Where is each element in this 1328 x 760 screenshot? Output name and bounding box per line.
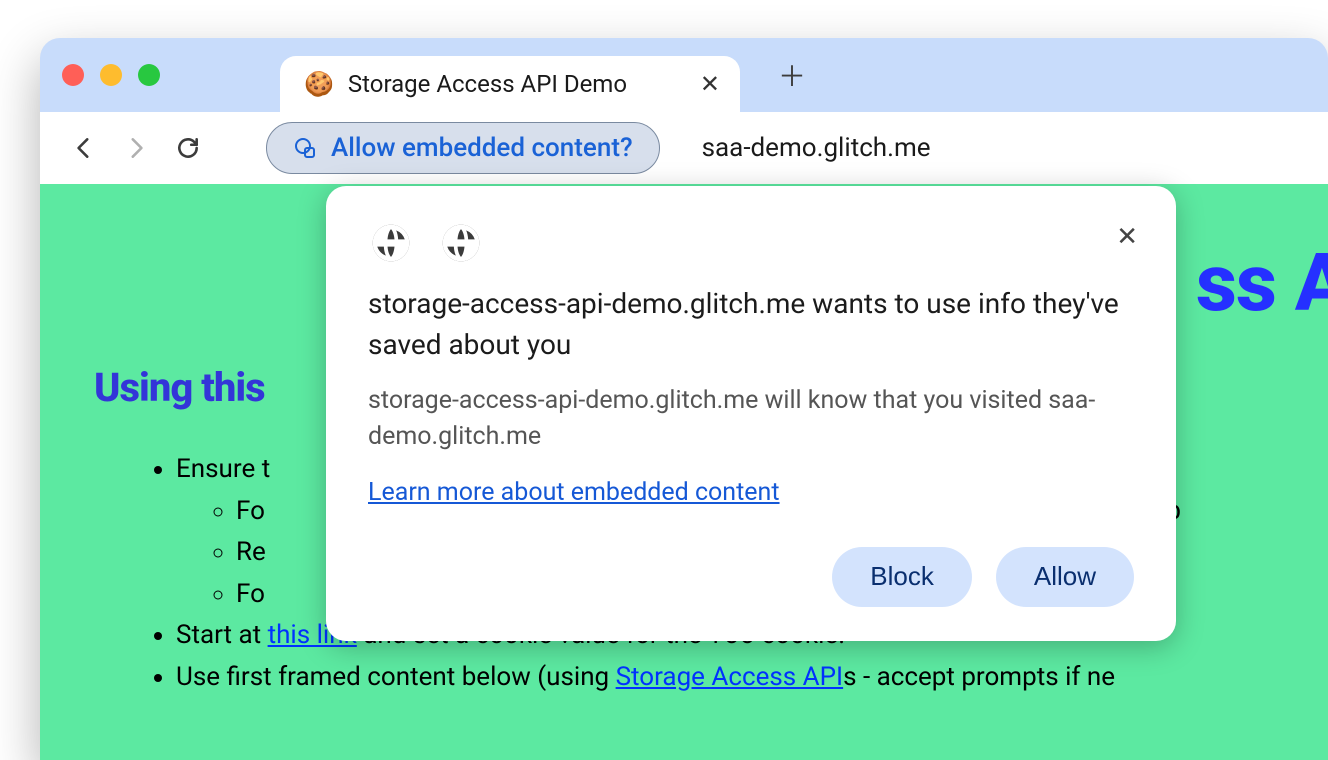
embed-permission-icon (293, 136, 317, 160)
tab-favicon: 🍪 (304, 70, 334, 98)
popup-icon-row (368, 220, 1134, 266)
permission-chip[interactable]: Allow embedded content? (266, 122, 660, 174)
popup-close-icon[interactable]: ✕ (1116, 222, 1138, 252)
traffic-lights (62, 64, 160, 86)
reload-icon[interactable] (174, 134, 202, 162)
tab-title: Storage Access API Demo (348, 70, 686, 98)
window-minimize-icon[interactable] (100, 64, 122, 86)
popup-title: storage-access-api-demo.glitch.me wants … (368, 284, 1134, 365)
back-icon[interactable] (70, 134, 98, 162)
toolbar: Allow embedded content? saa-demo.glitch.… (40, 112, 1328, 184)
browser-tab[interactable]: 🍪 Storage Access API Demo ✕ (280, 56, 740, 112)
new-tab-icon[interactable]: ＋ (778, 55, 806, 95)
learn-more-link[interactable]: Learn more about embedded content (368, 478, 780, 507)
url-display[interactable]: saa-demo.glitch.me (702, 133, 931, 163)
block-button[interactable]: Block (832, 547, 972, 607)
forward-icon[interactable] (122, 134, 150, 162)
tab-close-icon[interactable]: ✕ (700, 70, 720, 98)
allow-button[interactable]: Allow (996, 547, 1134, 607)
window-maximize-icon[interactable] (138, 64, 160, 86)
list-item: Use first framed content below (using St… (176, 657, 1328, 699)
page-heading-fragment: ss A (1196, 236, 1328, 330)
popup-actions: Block Allow (368, 547, 1134, 607)
window-close-icon[interactable] (62, 64, 84, 86)
globe-icon (368, 220, 414, 266)
popup-body: storage-access-api-demo.glitch.me will k… (368, 383, 1134, 456)
tab-strip: 🍪 Storage Access API Demo ✕ ＋ (40, 38, 1328, 112)
storage-access-api-link[interactable]: Storage Access API (616, 662, 844, 692)
permission-popup: ✕ storage-access-api-demo.glitch.me want… (326, 186, 1176, 641)
permission-chip-label: Allow embedded content? (331, 133, 633, 163)
globe-icon (438, 220, 484, 266)
